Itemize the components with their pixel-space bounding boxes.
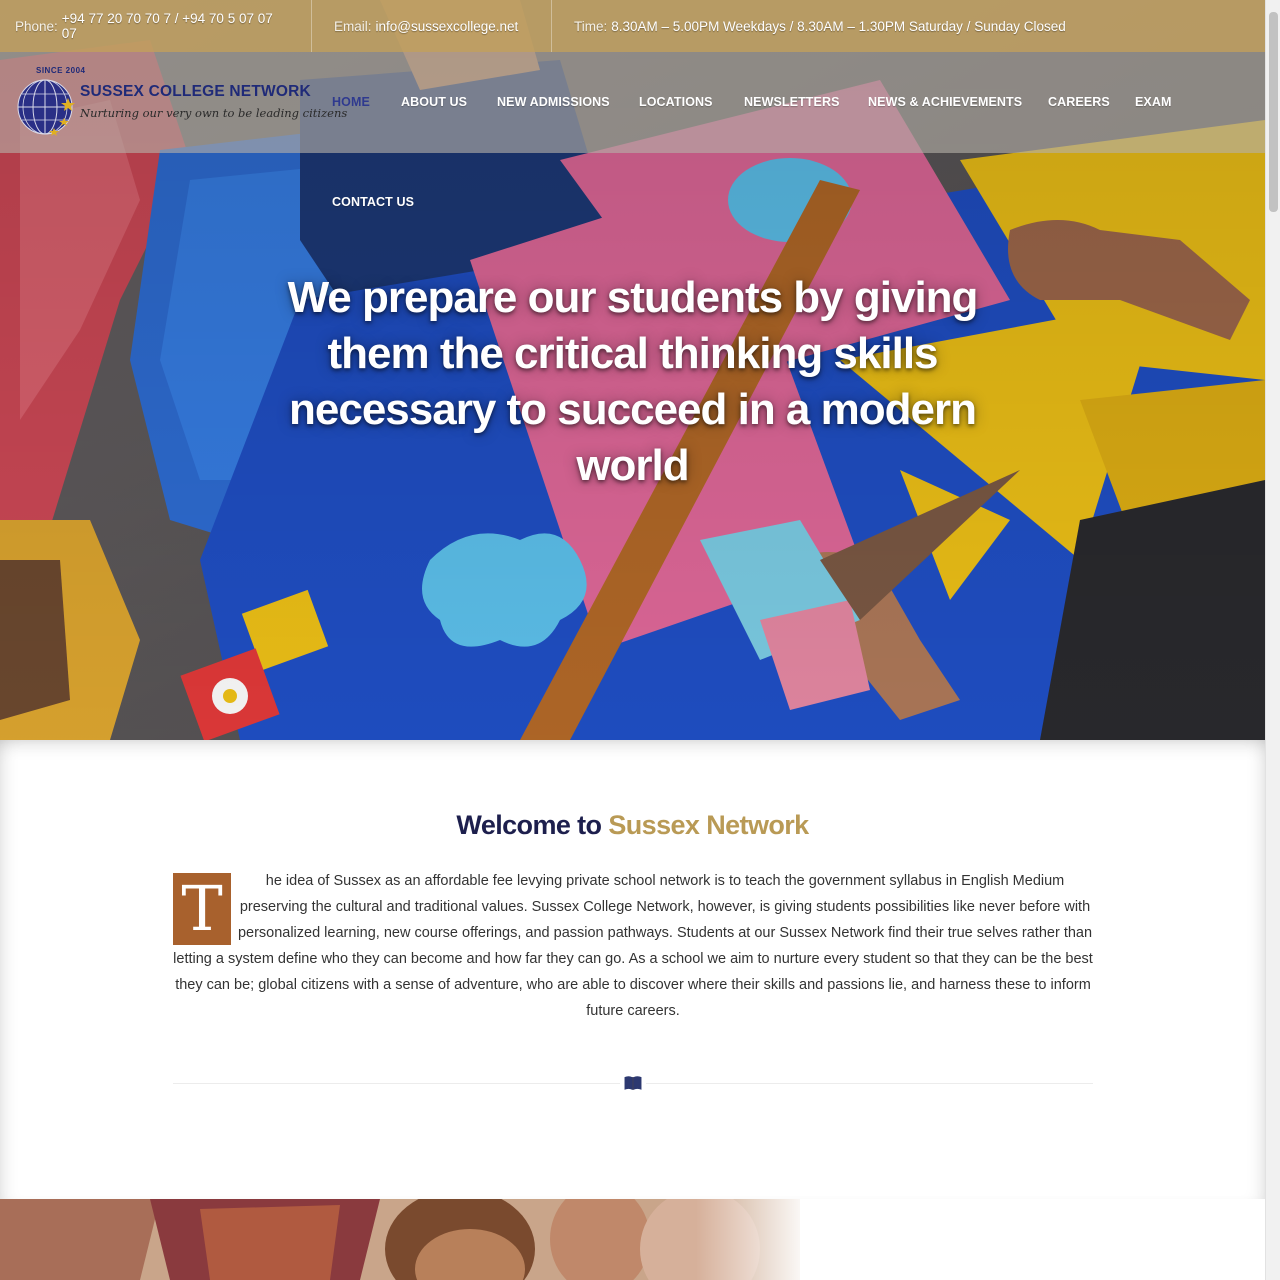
hours-value: 8.30AM – 5.00PM Weekdays / 8.30AM – 1.30… [611, 18, 1066, 34]
top-contact-bar: Phone: +94 77 20 70 70 7 / +94 70 5 07 0… [0, 0, 1265, 52]
nav-about-us[interactable]: ABOUT US [401, 95, 467, 109]
drop-cap: T [173, 873, 231, 945]
welcome-heading: Welcome to Sussex Network [0, 810, 1265, 841]
email-label: Email: [334, 18, 372, 34]
page-scrollbar[interactable] [1265, 0, 1280, 1280]
phone-info: Phone: +94 77 20 70 70 7 / +94 70 5 07 0… [0, 0, 312, 52]
welcome-body-text: he idea of Sussex as an affordable fee l… [173, 873, 1093, 1019]
children-photo [0, 1199, 1265, 1280]
logo-tagline: Nurturing our very own to be leading cit… [80, 106, 348, 120]
phone-label: Phone: [15, 18, 58, 34]
welcome-intro: T he idea of Sussex as an affordable fee… [173, 868, 1093, 1024]
book-icon [620, 1073, 646, 1093]
nav-locations[interactable]: LOCATIONS [639, 95, 713, 109]
nav-contact-us[interactable]: CONTACT US [332, 195, 414, 209]
phone-value[interactable]: +94 77 20 70 70 7 / +94 70 5 07 07 07 [62, 11, 289, 41]
hours-label: Time: [574, 18, 608, 34]
logo-since: SINCE 2004 [36, 66, 86, 75]
nav-careers[interactable]: CAREERS [1048, 95, 1110, 109]
nav-news-achievements[interactable]: NEWS & ACHIEVEMENTS [868, 95, 1022, 109]
logo-name: SUSSEX COLLEGE NETWORK [80, 83, 311, 100]
email-value[interactable]: info@sussexcollege.net [376, 19, 519, 34]
nav-new-admissions[interactable]: NEW ADMISSIONS [497, 95, 610, 109]
globe-icon [17, 79, 75, 136]
scrollbar-thumb[interactable] [1269, 12, 1278, 212]
site-header: SINCE 2004 SUSSEX COLLEGE NETWORK Nurtur… [0, 52, 1265, 209]
welcome-heading-part1: Welcome to [456, 810, 602, 840]
welcome-heading-part2: Sussex Network [608, 810, 809, 840]
site-logo[interactable]: SINCE 2004 SUSSEX COLLEGE NETWORK Nurtur… [14, 66, 347, 142]
email-info: Email: info@sussexcollege.net [312, 0, 552, 52]
hero-headline: We prepare our students by giving them t… [287, 273, 979, 490]
nav-home[interactable]: HOME [332, 95, 370, 109]
children-photo-image [0, 1199, 1265, 1280]
hours-info: Time: 8.30AM – 5.00PM Weekdays / 8.30AM … [552, 0, 1088, 52]
welcome-section: Welcome to Sussex Network T he idea of S… [0, 740, 1265, 1200]
nav-exam[interactable]: EXAM [1135, 95, 1172, 109]
nav-newsletters[interactable]: NEWSLETTERS [744, 95, 840, 109]
